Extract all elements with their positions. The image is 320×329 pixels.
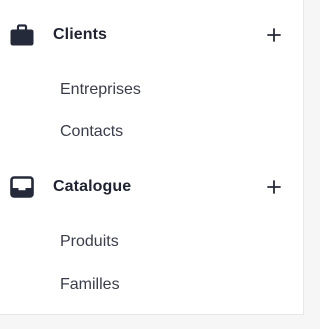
sidebar-menu: Clients Entreprises Contacts Catalogue P: [0, 0, 304, 315]
section-title-catalogue: Catalogue: [53, 178, 132, 195]
inbox-icon: [10, 176, 34, 198]
plus-icon[interactable]: [266, 27, 282, 43]
plus-icon[interactable]: [266, 179, 282, 195]
briefcase-icon: [10, 24, 34, 46]
sidebar-item-contacts[interactable]: Contacts: [60, 123, 123, 141]
section-header-catalogue[interactable]: Catalogue: [0, 167, 304, 207]
sidebar-item-produits[interactable]: Produits: [60, 233, 119, 251]
section-title-clients: Clients: [53, 26, 108, 43]
sidebar-item-entreprises[interactable]: Entreprises: [60, 81, 141, 99]
section-header-clients[interactable]: Clients: [0, 15, 304, 55]
sidebar-item-familles[interactable]: Familles: [60, 276, 120, 294]
